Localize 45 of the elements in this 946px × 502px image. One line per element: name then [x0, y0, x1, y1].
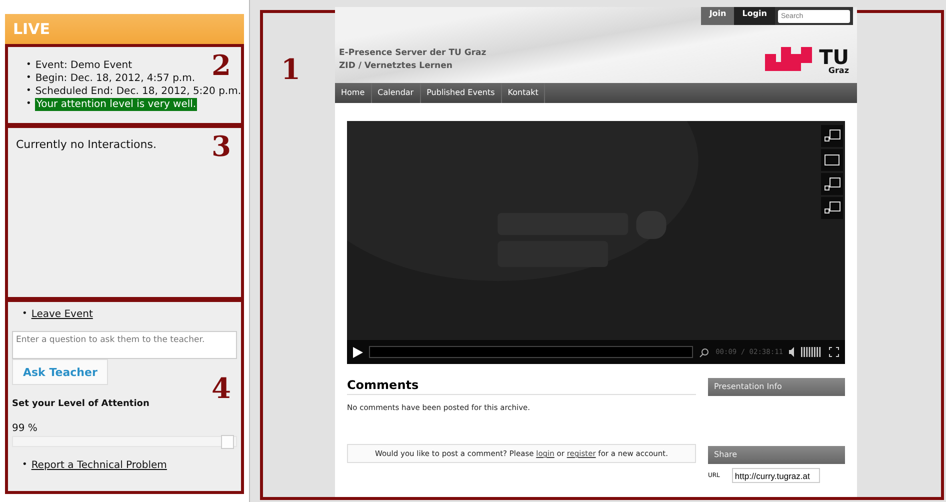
- presentation-info-header: Presentation Info: [708, 378, 845, 396]
- login-link[interactable]: Login: [734, 7, 775, 25]
- nav-link[interactable]: Home: [335, 83, 372, 103]
- join-link[interactable]: Join: [701, 7, 734, 25]
- fullscreen-icon[interactable]: [829, 347, 839, 357]
- attention-slider[interactable]: [12, 436, 237, 448]
- nav-link[interactable]: Published Events: [420, 83, 502, 103]
- nav-link[interactable]: Calendar: [372, 83, 421, 103]
- question-field[interactable]: Enter a question to ask them to the teacher.: [12, 331, 237, 360]
- site-title: E-Presence Server der TU Graz: [339, 47, 486, 60]
- window-icon[interactable]: [821, 149, 843, 171]
- play-icon[interactable]: [353, 346, 363, 358]
- swap-window-icon[interactable]: [821, 197, 843, 219]
- event-detail: Event: Demo Event: [35, 58, 132, 72]
- panel-number: 3: [212, 130, 231, 163]
- attention-reading: 99 %: [12, 423, 38, 434]
- nav-link[interactable]: Kontakt: [502, 83, 546, 103]
- logo-subtext: Graz: [828, 67, 849, 75]
- bullet: •: [26, 58, 32, 72]
- bullet: •: [22, 459, 28, 472]
- comments-heading: Comments: [347, 378, 696, 395]
- panel-number: 1: [281, 53, 300, 86]
- panel-number: 2: [212, 48, 231, 82]
- slider-thumb[interactable]: [220, 435, 234, 450]
- attention-label: Set your Level of Attention: [12, 399, 150, 410]
- bullet: •: [26, 98, 32, 111]
- bullet: •: [22, 308, 28, 322]
- sidebar-title: LIVE: [5, 14, 244, 45]
- url-field[interactable]: http://curry.tugraz.at: [732, 468, 820, 483]
- event-detail: Begin: Dec. 18, 2012, 4:57 p.m.: [35, 72, 196, 85]
- event-detail: Scheduled End: Dec. 18, 2012, 5:20 p.m.: [35, 84, 242, 98]
- interactions-text: Currently no Interactions.: [16, 138, 156, 151]
- search-icon[interactable]: [698, 346, 710, 358]
- bullet: •: [26, 72, 32, 85]
- attention-status: Your attention level is very well.: [35, 98, 198, 111]
- share-header: Share: [708, 446, 845, 464]
- volume-icon[interactable]: [789, 347, 823, 357]
- site-title: ZID / Vernetztes Lernen: [339, 60, 452, 73]
- report-problem-link[interactable]: Report a Technical Problem: [31, 459, 167, 472]
- picture-in-picture-icon[interactable]: [821, 125, 843, 147]
- cast-icon[interactable]: [821, 173, 843, 195]
- logo-text: TU: [819, 47, 849, 67]
- panel-number: 4: [212, 372, 231, 406]
- bullet: •: [26, 84, 32, 98]
- leave-event-link[interactable]: Leave Event: [31, 308, 93, 322]
